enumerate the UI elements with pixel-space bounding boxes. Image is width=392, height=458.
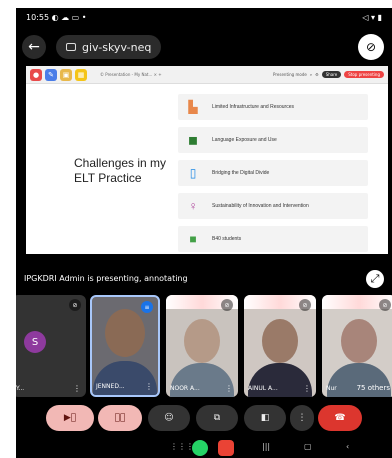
phone-screen: 10:55 ◐ ☁ ▭ • ◁ ▾ ▮ ← giv-skyv-neq ⊘ ● ✎ ▣…	[16, 8, 392, 458]
phone-icon: ▯	[189, 166, 197, 180]
pen-tool-button[interactable]: ✎	[45, 68, 57, 81]
shared-browser-toolbar: ● ✎ ▣ ▦ © Presentation - My Nat... × + Pres…	[26, 66, 388, 84]
search-icon[interactable]: ⌕	[310, 72, 312, 77]
challenge-label: Limited Infrastructure and Resources	[212, 104, 294, 110]
shared-tab-title: © Presentation - My Nat... × +	[100, 72, 162, 77]
mic-muted-icon: ⊘	[69, 299, 81, 311]
apps-grid-icon[interactable]: ⋮⋮⋮	[170, 442, 194, 451]
shared-screen: ● ✎ ▣ ▦ © Presentation - My Nat... × + Pres…	[26, 66, 388, 254]
square-icon: ■	[189, 232, 197, 246]
participant-name: AINUL A...	[248, 385, 278, 392]
settings-icon[interactable]: ⚙	[315, 72, 319, 77]
participant-tile[interactable]: ⊘ NOOR A... ⋮	[166, 295, 238, 397]
presenting-mode-label: Presenting mode	[273, 72, 307, 77]
more-options-icon[interactable]: ⋮	[73, 384, 81, 393]
participant-tile[interactable]: ⊘ AINUL A... ⋮	[244, 295, 316, 397]
video-icon	[66, 43, 76, 51]
challenge-label: Sustainability of Innovation and Interve…	[212, 203, 309, 209]
chrome-app-icon[interactable]	[218, 440, 234, 456]
stop-sharing-button[interactable]: ⊘	[358, 34, 384, 60]
avatar: S	[24, 331, 46, 353]
leave-call-button[interactable]: ☎	[318, 405, 362, 431]
emoji-icon: ☺	[164, 413, 174, 423]
present-icon: ⧉	[213, 413, 221, 423]
more-options-icon[interactable]: ⋮	[225, 384, 233, 393]
stop-icon: ⊘	[365, 40, 377, 54]
camera-off-icon: ▶⃠	[63, 413, 77, 423]
status-icons-right: ◁ ▾ ▮	[362, 12, 382, 22]
expand-icon: ⤢	[370, 272, 380, 285]
participant-name: Y...	[16, 385, 25, 392]
more-options-button[interactable]: ⋮	[290, 405, 314, 431]
chat-icon: ◼	[188, 133, 198, 147]
hang-up-icon: ☎	[334, 413, 346, 423]
participant-video	[262, 319, 298, 363]
back-arrow-icon: ←	[28, 39, 40, 55]
participant-name: JENNED...	[96, 383, 125, 390]
participant-name: NOOR A...	[170, 385, 200, 392]
participant-tile-active[interactable]: ≡ JENNED... ⋮	[90, 295, 160, 397]
captions-icon: ◧	[260, 413, 270, 423]
participant-video	[341, 319, 377, 363]
participant-tile[interactable]: S ⊘ Y... ⋮	[16, 295, 86, 397]
participant-strip: S ⊘ Y... ⋮ ≡ JENNED... ⋮ ⊘ NOOR A... ⋮ ⊘…	[16, 295, 392, 397]
reactions-button[interactable]: ☺	[148, 405, 190, 431]
back-nav-icon[interactable]: ‹	[346, 442, 349, 451]
participant-video	[105, 309, 145, 357]
challenge-label: B40 students	[212, 236, 242, 242]
back-button[interactable]: ←	[22, 35, 46, 59]
share-button[interactable]: Share	[321, 71, 342, 78]
more-icon: ⋮	[297, 413, 307, 423]
meeting-code-pill[interactable]: giv-skyv-neq	[56, 35, 162, 59]
bulb-icon: ♀	[188, 199, 198, 213]
mic-muted-icon: ⊘	[221, 299, 233, 311]
participant-video	[184, 319, 220, 363]
more-options-icon[interactable]: ⋮	[145, 382, 153, 391]
challenge-item: ▯ Bridging the Digital Divide	[178, 160, 368, 186]
annotation-toolbar: ● ✎ ▣ ▦	[30, 68, 87, 81]
clear-tool-button[interactable]: ▦	[75, 68, 87, 81]
mic-muted-icon: ⊘	[379, 299, 391, 311]
meeting-code: giv-skyv-neq	[82, 40, 152, 54]
present-button[interactable]: ⧉	[196, 405, 238, 431]
home-icon[interactable]: ▢	[304, 442, 312, 451]
slide-title: Challenges in my ELT Practice	[74, 156, 167, 185]
challenge-item: ■ B40 students	[178, 226, 368, 252]
participant-name: Nur	[326, 385, 337, 392]
challenge-label: Language Exposure and Use	[212, 137, 277, 143]
challenge-list: ▙ Limited Infrastructure and Resources ◼ La…	[178, 94, 368, 254]
highlighter-tool-button[interactable]: ▣	[60, 68, 72, 81]
mic-off-icon: 🎙⃠	[114, 413, 126, 423]
others-count[interactable]: 75 others	[357, 384, 390, 392]
speaking-icon: ≡	[141, 301, 153, 313]
presenting-status: IPGKDRI Admin is presenting, annotating	[24, 274, 188, 283]
mic-muted-icon: ⊘	[299, 299, 311, 311]
android-nav-bar: ⋮⋮⋮ ||| ▢ ‹	[16, 440, 392, 458]
camera-toggle-button[interactable]: ▶⃠	[46, 405, 94, 431]
recent-apps-icon[interactable]: |||	[262, 442, 270, 451]
expand-button[interactable]: ⤢	[366, 270, 384, 288]
challenge-label: Bridging the Digital Divide	[212, 170, 270, 176]
challenge-item: ♀ Sustainability of Innovation and Interv…	[178, 193, 368, 219]
record-tool-button[interactable]: ●	[30, 68, 42, 81]
participant-tile[interactable]: ⊘ Nur 75 others	[322, 295, 392, 397]
status-icons-left: ◐ ☁ ▭ •	[51, 12, 87, 22]
captions-button[interactable]: ◧	[244, 405, 286, 431]
mic-toggle-button[interactable]: 🎙⃠	[98, 405, 142, 431]
more-options-icon[interactable]: ⋮	[303, 384, 311, 393]
challenge-item: ◼ Language Exposure and Use	[178, 127, 368, 153]
call-controls: ▶⃠ 🎙⃠ ☺ ⧉ ◧ ⋮ ☎	[16, 401, 392, 435]
meeting-header: ← giv-skyv-neq	[16, 28, 392, 66]
status-bar: 10:55 ◐ ☁ ▭ • ◁ ▾ ▮	[16, 8, 392, 26]
building-icon: ▙	[188, 100, 198, 114]
stop-presenting-button[interactable]: Stop presenting	[344, 71, 384, 78]
challenge-item: ▙ Limited Infrastructure and Resources	[178, 94, 368, 120]
clock: 10:55	[26, 12, 50, 22]
whatsapp-icon[interactable]	[192, 440, 208, 456]
